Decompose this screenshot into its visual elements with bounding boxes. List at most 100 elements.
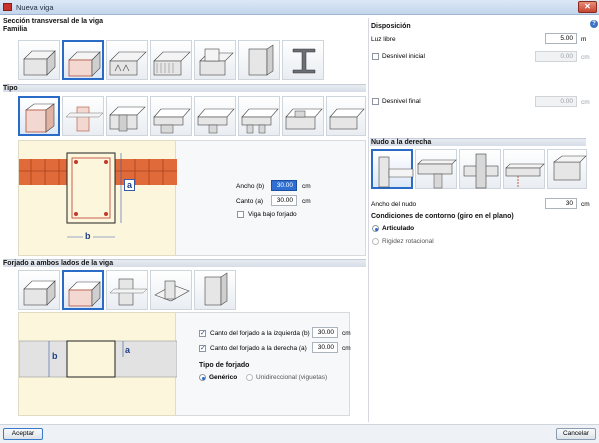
title-bar: Nueva viga ✕ <box>0 0 599 15</box>
tipo-5-icon <box>197 108 235 134</box>
luz-libre-unit: m <box>581 36 587 43</box>
nudo-option-2[interactable] <box>415 149 457 189</box>
desnivel-final-input[interactable] <box>535 96 577 107</box>
contorno-title: Condiciones de contorno (giro en el plan… <box>371 213 514 220</box>
familia-inverted-thumb[interactable] <box>194 40 236 80</box>
tipo-8-icon <box>329 108 365 130</box>
ancho-nudo-input[interactable] <box>545 198 577 209</box>
tipo-option-5[interactable] <box>194 96 236 136</box>
forjado-5-icon <box>204 272 228 306</box>
familia-ribbed-thumb[interactable] <box>106 40 148 80</box>
forjado-option-1[interactable] <box>18 270 60 310</box>
nudo-title: Nudo a la derecha <box>371 139 432 146</box>
nudo-4-icon <box>505 163 545 188</box>
tipo-option-4[interactable] <box>150 96 192 136</box>
desnivel-inicial-unit: cm <box>581 54 590 61</box>
disposicion-title: Disposición <box>371 23 411 30</box>
ancho-nudo-unit: cm <box>581 201 590 208</box>
luz-libre-label: Luz libre <box>371 36 396 43</box>
beam-section-drawing <box>19 152 177 238</box>
familia-label: Familia <box>3 26 28 33</box>
tipo-option-3[interactable] <box>106 96 148 136</box>
tipo-option-8[interactable] <box>326 96 366 136</box>
forjado-der-unit: cm <box>342 345 351 352</box>
app-icon <box>3 3 12 11</box>
forjado-der-checkbox[interactable] <box>199 344 206 352</box>
beam-rect-icon <box>23 50 56 76</box>
beam-dropped-icon <box>68 51 101 77</box>
luz-libre-input[interactable] <box>545 33 577 44</box>
forjado-izq-label: Canto del forjado a la izquierda (b) <box>210 330 310 337</box>
help-icon[interactable]: ? <box>590 20 598 28</box>
familia-box-thumb[interactable] <box>238 40 280 80</box>
ancho-input[interactable] <box>271 180 297 191</box>
forjado-diagram: b a <box>18 312 178 416</box>
forjado-4-icon <box>154 280 190 302</box>
viga-bajo-forjado-checkbox[interactable] <box>237 211 244 218</box>
accept-button[interactable]: Aceptar <box>3 428 43 440</box>
beam-ribbed-icon <box>109 51 147 76</box>
forjado-option-4[interactable] <box>150 270 192 310</box>
forjado-option-5[interactable] <box>194 270 236 310</box>
forjado-title: Forjado a ambos lados de la viga <box>3 260 114 267</box>
footer-bar <box>0 424 599 443</box>
tipo-option-2[interactable] <box>62 96 104 136</box>
nudo-2-icon <box>417 159 457 189</box>
familia-plank-thumb[interactable] <box>150 40 192 80</box>
ancho-nudo-label: Ancho del nudo <box>371 201 417 208</box>
dim-b-label: b <box>83 231 93 241</box>
forjado-der-input[interactable] <box>312 342 338 353</box>
tipo-6-icon <box>241 108 279 134</box>
desnivel-inicial-checkbox[interactable] <box>372 53 379 60</box>
forjado-option-3[interactable] <box>106 270 148 310</box>
canto-label: Canto (a) <box>236 198 264 205</box>
forjado-izq-checkbox[interactable] <box>199 329 206 337</box>
forjado-2-icon <box>68 281 101 307</box>
generico-radio[interactable] <box>199 374 206 381</box>
forjado-der-label: Canto del forjado a la derecha (a) <box>210 345 307 352</box>
section-diagram: a b <box>18 140 177 256</box>
nudo-option-5[interactable] <box>547 149 587 189</box>
familia-steel-thumb[interactable] <box>282 40 324 80</box>
beam-inverted-icon <box>199 48 234 76</box>
column-divider <box>368 18 369 422</box>
desnivel-final-checkbox[interactable] <box>372 98 379 105</box>
section-title-seccion: Sección transversal de la viga <box>3 18 103 25</box>
articulado-label: Articulado <box>382 225 415 232</box>
tipo-4-icon <box>153 108 191 134</box>
cancel-button[interactable]: Cancelar <box>556 428 596 440</box>
desnivel-final-label: Desnivel final <box>382 98 421 105</box>
familia-rect-descolgada-thumb[interactable] <box>62 40 104 80</box>
forjado-dim-a-label: a <box>125 345 131 355</box>
unidireccional-radio[interactable] <box>246 374 253 381</box>
nudo-option-4[interactable] <box>503 149 545 189</box>
nudo-5-icon <box>553 155 587 181</box>
nudo-option-1[interactable] <box>371 149 414 189</box>
forjado-izq-unit: cm <box>342 330 351 337</box>
articulado-radio[interactable] <box>372 225 379 232</box>
generico-label: Genérico <box>209 374 238 381</box>
forjado-izq-input[interactable] <box>312 327 338 338</box>
tipo-option-7[interactable] <box>282 96 324 136</box>
canto-unit: cm <box>302 198 311 205</box>
familia-rectangular-thumb[interactable] <box>18 40 60 80</box>
forjado-dim-b-label: b <box>52 351 58 361</box>
viga-bajo-forjado-label: Viga bajo forjado <box>248 211 297 218</box>
desnivel-inicial-input[interactable] <box>535 51 577 62</box>
ancho-label: Ancho (b) <box>236 183 265 190</box>
tipo-option-6[interactable] <box>238 96 280 136</box>
rigidez-radio[interactable] <box>372 238 379 245</box>
window-title: Nueva viga <box>16 3 54 12</box>
canto-input[interactable] <box>271 195 297 206</box>
forjado-option-2[interactable] <box>62 270 104 310</box>
tipo-3-icon <box>109 106 146 132</box>
nudo-1-icon <box>378 156 414 188</box>
rigidez-label: Rigidez rotacional <box>382 238 434 245</box>
nudo-option-3[interactable] <box>459 149 501 189</box>
nudo-3-icon <box>463 153 499 189</box>
tipo-option-1[interactable] <box>18 96 60 136</box>
ancho-unit: cm <box>302 183 311 190</box>
close-button[interactable]: ✕ <box>578 1 597 13</box>
tipo-7-icon <box>285 108 323 130</box>
tipo-label: Tipo <box>3 85 18 92</box>
